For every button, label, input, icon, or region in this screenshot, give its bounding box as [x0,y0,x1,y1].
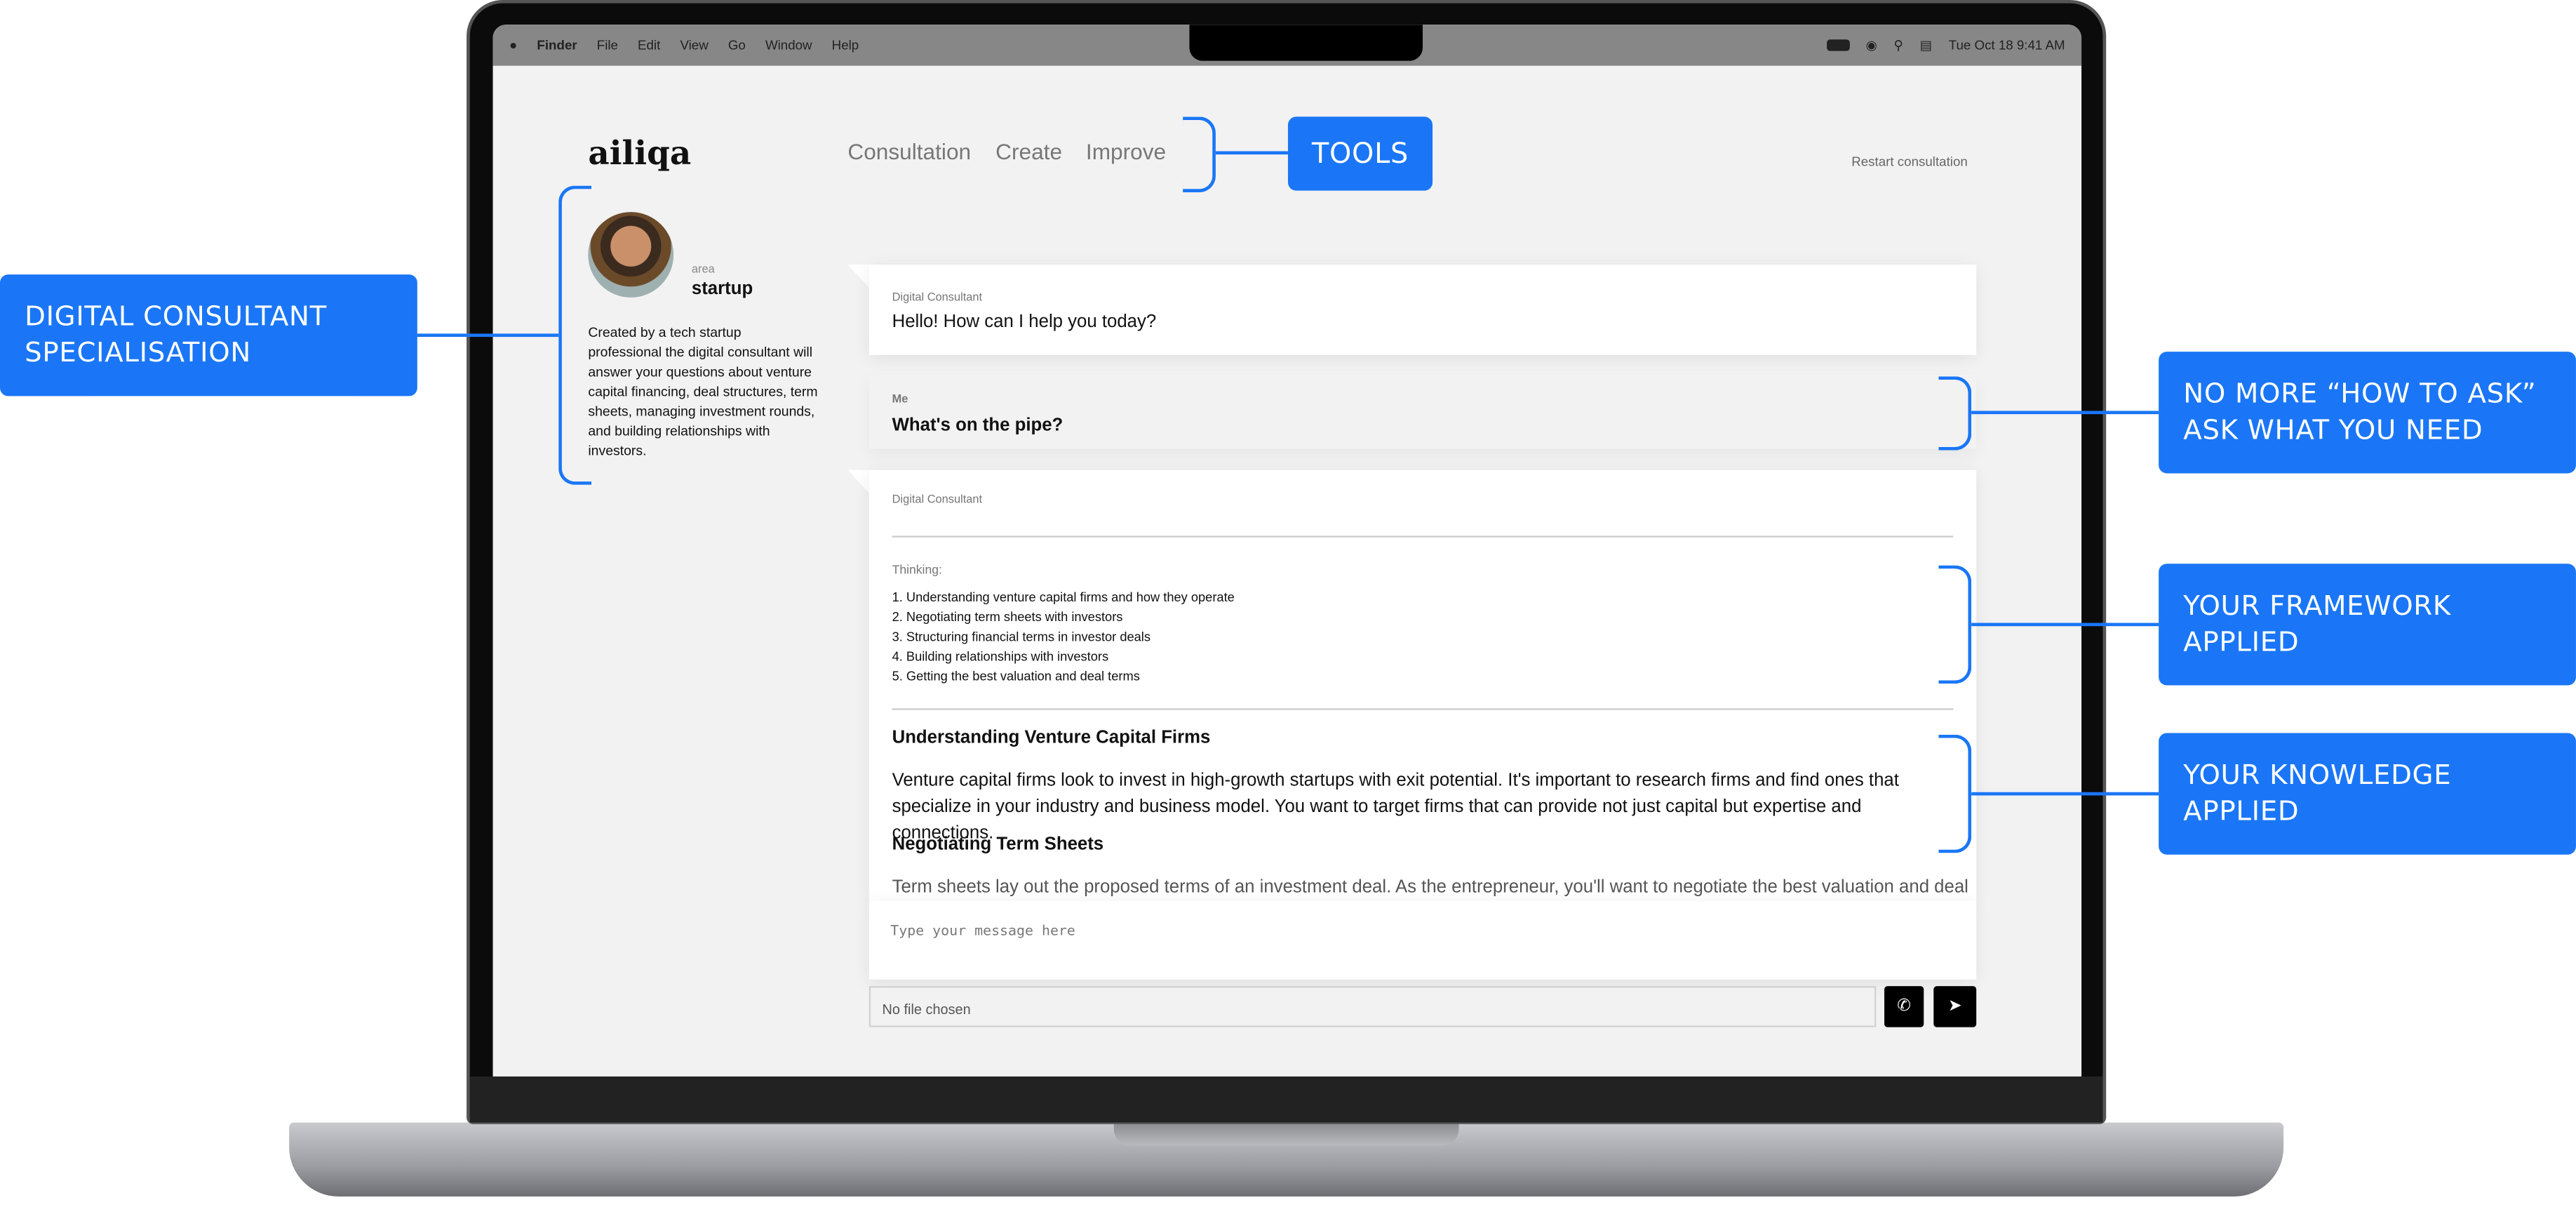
connector-line [417,333,559,338]
thinking-item: 4. Building relationships with investors [892,649,1109,665]
connector-line [1971,623,2159,627]
message-me: Me What's on the pipe? [869,375,1976,448]
consultant-description: Created by a tech startup professional t… [588,324,818,459]
annotation-knowledge: YOUR KNOWLEDGE APPLIED [2159,733,2576,855]
battery-icon[interactable] [1826,39,1850,51]
file-input[interactable]: No file chosen [868,986,1877,1027]
divider [892,535,1954,538]
clock[interactable]: Tue Oct 18 9:41 AM [1949,38,2065,53]
logo[interactable]: ailiqa [588,133,691,173]
laptop-base [289,1122,2284,1197]
annotation-line: ASK WHAT YOU NEED [2183,414,2483,446]
send-icon: ➤ [1947,997,1962,1016]
thinking-item: 1. Understanding venture capital firms a… [892,590,1235,605]
thinking-list: 1. Understanding venture capital firms a… [892,588,1235,687]
search-icon[interactable]: ⚲ [1893,38,1903,53]
connector-line [1971,792,2159,796]
thinking-item: 5. Getting the best valuation and deal t… [892,669,1140,684]
phone-icon: ✆ [1897,997,1911,1016]
message-response: Digital Consultant Thinking: 1. Understa… [868,470,1977,901]
message-text: What's on the pipe? [892,415,1064,436]
area-label: area [691,265,715,277]
restart-consultation-link[interactable]: Restart consultation [1851,154,1968,169]
ask-bracket [1938,376,1972,451]
menu-view[interactable]: View [680,38,708,53]
message-consultant: Digital Consultant Hello! How can I help… [868,265,1977,355]
divider [892,708,1954,710]
annotation-tools: TOOLS [1287,116,1433,191]
menu-edit[interactable]: Edit [638,38,660,53]
message-text: Hello! How can I help you today? [892,312,1157,333]
avatar [588,212,674,298]
response-heading: Understanding Venture Capital Firms [892,728,1211,748]
tools-bracket [1183,116,1216,192]
screen: ● Finder File Edit View Go Window Help ◉… [492,25,2082,1077]
bubble-tail [847,470,869,493]
camera-notch [1189,25,1423,61]
annotation-ask: NO MORE “HOW TO ASK” ASK WHAT YOU NEED [2159,352,2576,474]
area-value: startup [691,279,753,300]
message-input[interactable]: Type your message here [868,900,1977,980]
annotation-line: YOUR KNOWLEDGE [2183,759,2452,791]
menu-finder[interactable]: Finder [537,38,577,53]
laptop-chin [469,1076,2103,1123]
annotation-line: NO MORE “HOW TO ASK” [2183,378,2537,410]
knowledge-bracket [1938,734,1972,853]
menu-file[interactable]: File [597,38,618,53]
menu-go[interactable]: Go [728,38,746,53]
thinking-item: 3. Structuring financial terms in invest… [892,629,1151,644]
annotation-framework: YOUR FRAMEWORK APPLIED [2159,564,2576,686]
wifi-icon[interactable]: ◉ [1866,38,1877,53]
menu-window[interactable]: Window [765,38,812,53]
nav-consultation[interactable]: Consultation [847,140,971,164]
bubble-tail [847,265,869,288]
send-button[interactable]: ➤ [1933,986,1977,1027]
stage: ● Finder File Edit View Go Window Help ◉… [0,0,2576,1205]
laptop-base-notch [1113,1122,1459,1146]
connector-line [1215,151,1288,155]
annotation-line: APPLIED [2183,626,2300,658]
framework-bracket [1938,565,1972,684]
annotation-line: SPECIALISATION [25,337,251,368]
connector-line [1971,411,2159,415]
message-sender: Digital Consultant [892,292,983,305]
call-button[interactable]: ✆ [1884,986,1924,1027]
annotation-line: DIGITAL CONSULTANT [25,300,327,333]
thinking-label: Thinking: [892,561,942,577]
specialisation-bracket [558,185,592,485]
message-sender: Digital Consultant [892,494,983,507]
annotation-line: APPLIED [2183,795,2300,827]
thinking-item: 2. Negotiating term sheets with investor… [892,609,1123,625]
nav-improve[interactable]: Improve [1086,140,1166,164]
response-heading: Negotiating Term Sheets [892,834,1104,855]
annotation-specialisation: DIGITAL CONSULTANT SPECIALISATION [0,274,417,397]
message-input-placeholder: Type your message here [890,924,1075,940]
apple-icon[interactable]: ● [509,38,517,53]
message-sender: Me [892,394,908,406]
menu-help[interactable]: Help [832,38,859,53]
annotation-line: YOUR FRAMEWORK [2183,590,2451,622]
nav-create[interactable]: Create [995,140,1062,164]
control-center-icon[interactable]: ▤ [1920,38,1933,53]
response-paragraph: Term sheets lay out the proposed terms o… [892,877,1968,898]
